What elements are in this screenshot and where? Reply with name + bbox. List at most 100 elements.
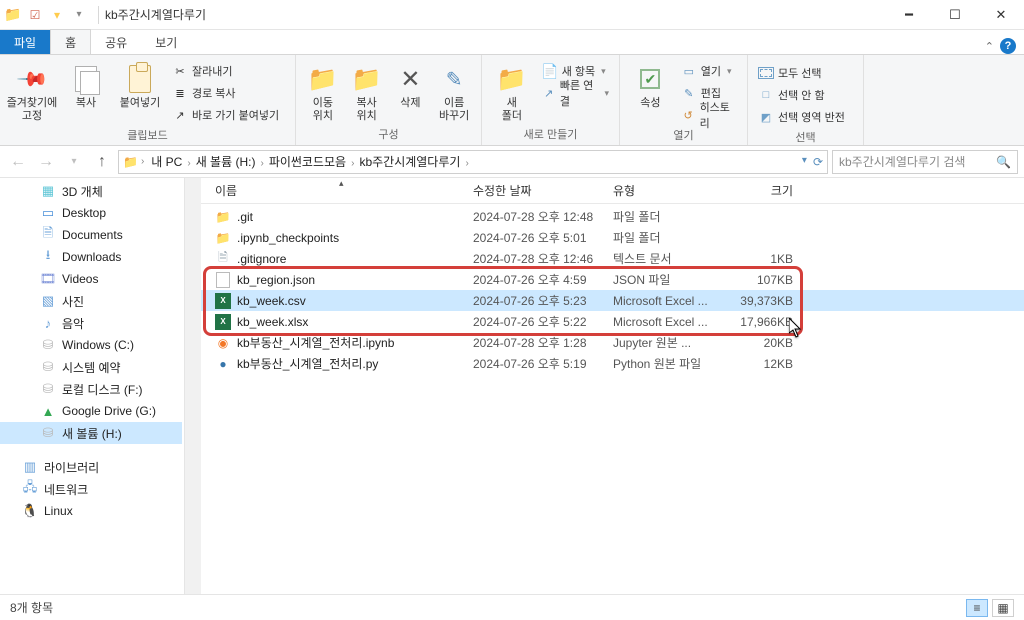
file-name: .ipynb_checkpoints [237, 231, 339, 245]
file-date: 2024-07-28 오후 1:28 [473, 334, 613, 351]
file-row[interactable]: kb_region.json2024-07-26 오후 4:59JSON 파일1… [201, 269, 1024, 290]
cut-button[interactable]: ✂잘라내기 [168, 61, 283, 81]
copy-to-button[interactable]: 📁복사 위치 [346, 59, 388, 123]
move-to-button[interactable]: 📁이동 위치 [302, 59, 344, 123]
col-header-date[interactable]: 수정한 날짜 [473, 182, 613, 199]
title-bar: 📁 ☑ ▾ ▾ kb주간시계열다루기 ━ ☐ ✕ [0, 0, 1024, 30]
file-row[interactable]: Xkb_week.csv2024-07-26 오후 5:23Microsoft … [201, 290, 1024, 311]
sidebar-scrollbar[interactable] [185, 178, 201, 594]
nav-item[interactable]: 🐧Linux [0, 500, 182, 522]
file-date: 2024-07-26 오후 5:19 [473, 355, 613, 372]
nav-icon: ⛁ [40, 337, 56, 353]
forward-button[interactable]: → [34, 150, 58, 174]
close-button[interactable]: ✕ [978, 0, 1024, 30]
select-none-button[interactable]: □선택 안 함 [754, 85, 849, 105]
file-row[interactable]: ●kb부동산_시계열_전처리.py2024-07-26 오후 5:19Pytho… [201, 353, 1024, 374]
file-row[interactable]: 📁.git2024-07-28 오후 12:48파일 폴더 [201, 206, 1024, 227]
paste-button[interactable]: 붙여넣기 [114, 59, 166, 110]
address-dropdown-icon[interactable]: ▾ [802, 155, 807, 169]
search-box[interactable]: kb주간시계열다루기 검색 🔍 [832, 150, 1018, 174]
file-row[interactable]: 🗎.gitignore2024-07-28 오후 12:46텍스트 문서1KB [201, 248, 1024, 269]
folder-icon: 📁 [4, 6, 22, 24]
col-header-size[interactable]: 크기 [731, 182, 803, 199]
ribbon-collapse-icon[interactable]: ⌃ [985, 40, 994, 53]
open-button[interactable]: ▭열기▾ [677, 61, 741, 81]
tab-share[interactable]: 공유 [91, 30, 141, 54]
link-icon: ↗ [542, 85, 556, 101]
nav-item[interactable]: ▲Google Drive (G:) [0, 400, 182, 422]
help-icon[interactable]: ? [1000, 38, 1016, 54]
file-row[interactable]: Xkb_week.xlsx2024-07-26 오후 5:22Microsoft… [201, 311, 1024, 332]
easy-access-button[interactable]: ↗빠른 연결▾ [538, 83, 613, 103]
nav-icon: ▲ [40, 403, 56, 419]
file-size: 39,373KB [731, 294, 803, 308]
col-header-name[interactable]: 이름 [215, 182, 473, 199]
nav-label: Desktop [62, 206, 106, 220]
back-button[interactable]: ← [6, 150, 30, 174]
minimize-button[interactable]: ━ [886, 0, 932, 30]
refresh-icon[interactable]: ⟳ [813, 155, 823, 169]
nav-item[interactable]: 🖧네트워크 [0, 478, 182, 500]
nav-item[interactable]: ⛁Windows (C:) [0, 334, 182, 356]
paste-shortcut-button[interactable]: ↗바로 가기 붙여넣기 [168, 105, 283, 125]
nav-item[interactable]: ▥라이브러리 [0, 456, 182, 478]
breadcrumb-item[interactable]: 내 PC [147, 153, 186, 171]
history-icon: ↺ [681, 107, 696, 123]
file-name: kb_region.json [237, 273, 315, 287]
select-none-icon: □ [758, 87, 774, 103]
nav-item[interactable]: ⭳Downloads [0, 246, 182, 268]
nav-icon: ▭ [40, 205, 56, 221]
file-name: kb부동산_시계열_전처리.py [237, 355, 378, 372]
file-size: 107KB [731, 273, 803, 287]
tab-home[interactable]: 홈 [50, 29, 91, 54]
history-button[interactable]: ↺히스토리 [677, 105, 741, 125]
up-button[interactable]: ↑ [90, 150, 114, 174]
nav-item[interactable]: 🗎Documents [0, 224, 182, 246]
file-type: Microsoft Excel ... [613, 294, 731, 308]
delete-button[interactable]: ✕삭제 [390, 59, 432, 110]
qat-checkbox[interactable]: ☑ [26, 6, 44, 24]
nav-item[interactable]: ▭ Desktop [0, 202, 182, 224]
file-row[interactable]: 📁.ipynb_checkpoints2024-07-26 오후 5:01파일 … [201, 227, 1024, 248]
breadcrumb-item[interactable]: 파이썬코드모음 [265, 153, 350, 171]
scissors-icon: ✂ [172, 63, 188, 79]
rename-button[interactable]: ✎이름 바꾸기 [433, 59, 475, 123]
breadcrumb-item[interactable]: 새 볼륨 (H:) [192, 153, 260, 171]
properties-button[interactable]: ✔속성 [626, 59, 675, 110]
json-icon [215, 272, 231, 288]
tab-view[interactable]: 보기 [141, 30, 191, 54]
qat-dropdown[interactable]: ▾ [70, 6, 88, 24]
breadcrumb-item[interactable]: kb주간시계열다루기 [355, 153, 464, 171]
nav-item[interactable]: ⛁시스템 예약 [0, 356, 182, 378]
nav-icon: ⛁ [40, 425, 56, 441]
qat-folder[interactable]: ▾ [48, 6, 66, 24]
tab-file[interactable]: 파일 [0, 30, 50, 54]
nav-item[interactable]: ⛁로컬 디스크 (F:) [0, 378, 182, 400]
select-all-button[interactable]: 모두 선택 [754, 63, 849, 83]
nav-item[interactable]: ⛁새 볼륨 (H:) [0, 422, 182, 444]
new-folder-button[interactable]: 📁새 폴더 [488, 59, 536, 123]
address-bar[interactable]: 📁 › 내 PC›새 볼륨 (H:)›파이썬코드모음›kb주간시계열다루기› ▾… [118, 150, 828, 174]
chevron-right-icon: › [140, 156, 145, 167]
col-header-type[interactable]: 유형 [613, 182, 731, 199]
copy-button[interactable]: 복사 [60, 59, 112, 110]
file-row[interactable]: ◉kb부동산_시계열_전처리.ipynb2024-07-28 오후 1:28Ju… [201, 332, 1024, 353]
file-date: 2024-07-26 오후 5:22 [473, 313, 613, 330]
nav-item[interactable]: ▧사진 [0, 290, 182, 312]
nav-item[interactable]: ♪음악 [0, 312, 182, 334]
nav-item[interactable]: 🎞Videos [0, 268, 182, 290]
maximize-button[interactable]: ☐ [932, 0, 978, 30]
details-view-toggle[interactable]: ≡ [966, 599, 988, 617]
pin-button[interactable]: 📌 즐겨찾기에 고정 [6, 59, 58, 123]
icons-view-toggle[interactable]: ▦ [992, 599, 1014, 617]
item-count: 8개 항목 [10, 599, 53, 616]
nav-icon: 🎞 [40, 271, 56, 287]
recent-dropdown[interactable]: ▾ [62, 150, 86, 174]
ribbon: 📌 즐겨찾기에 고정 복사 붙여넣기 ✂잘라내기 ≣경로 복사 ↗바로 가기 붙… [0, 54, 1024, 146]
invert-selection-button[interactable]: ◩선택 영역 반전 [754, 107, 849, 127]
nav-label: 시스템 예약 [62, 359, 121, 376]
rename-icon: ✎ [446, 67, 463, 92]
nav-icon: ▧ [40, 293, 56, 309]
nav-item[interactable]: ▦3D 개체 [0, 180, 182, 202]
copy-path-button[interactable]: ≣경로 복사 [168, 83, 283, 103]
